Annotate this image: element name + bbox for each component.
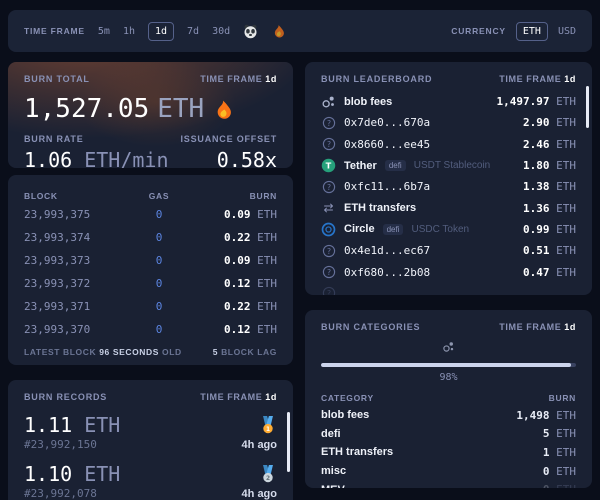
circle-icon [321, 222, 336, 237]
burn-categories-panel: BURN CATEGORIES TIME FRAME1d 98% CATEGOR… [305, 310, 592, 488]
burn-total-timeframe[interactable]: TIME FRAME1d [200, 74, 277, 84]
col-gas: GAS [133, 191, 185, 201]
burn-records-title: BURN RECORDS [24, 392, 107, 402]
burn-record-row[interactable]: 1.11 ETH 1 #23,992,150 4h ago [24, 413, 277, 451]
leaderboard-timeframe[interactable]: TIME FRAME1d [499, 74, 576, 84]
svg-text:1: 1 [266, 427, 270, 433]
burn-rate-value: 1.06 [24, 148, 72, 168]
burn-total-unit: ETH [157, 94, 204, 124]
col-block: BLOCK [24, 191, 133, 201]
block-lag: 5 BLOCK LAG [213, 347, 277, 357]
unknown-contract-icon [321, 137, 336, 152]
burn-total-panel: BURN TOTAL TIME FRAME1d 1,527.05 ETH BUR… [8, 62, 293, 168]
categories-title: BURN CATEGORIES [321, 322, 420, 332]
time-frame-option-1d[interactable]: 1d [148, 22, 174, 41]
records-scrollbar[interactable] [287, 412, 290, 472]
col-category: CATEGORY [321, 393, 374, 403]
flame-icon[interactable] [271, 24, 286, 39]
leaderboard-row[interactable]: blob fees 1,497.97 ETH [321, 91, 576, 112]
leaderboard-row[interactable]: Circle defi USDC Token 0.99 ETH [321, 219, 576, 240]
leaderboard-row[interactable]: 0x8660...ee45 2.46 ETH [321, 134, 576, 155]
categories-table-header: CATEGORY BURN [321, 393, 576, 403]
blocks-footer: LATEST BLOCK 96 SECONDS OLD 5 BLOCK LAG [24, 347, 277, 357]
leaderboard-row[interactable]: 0x7de0...670a 2.90 ETH [321, 112, 576, 133]
category-row[interactable]: defi 5 ETH [321, 425, 576, 444]
issuance-offset-label: ISSUANCE OFFSET [180, 134, 277, 144]
block-row[interactable]: 23,993,371 0 0.22 ETH [24, 295, 277, 318]
defi-badge: defi [385, 160, 406, 171]
block-row[interactable]: 23,993,373 0 0.09 ETH [24, 249, 277, 272]
currency-label: CURRENCY [451, 26, 506, 36]
block-row[interactable]: 23,993,375 0 0.09 ETH [24, 203, 277, 226]
category-row[interactable]: MEV 0 ETH [321, 480, 576, 488]
svg-text:T: T [326, 161, 332, 171]
category-row[interactable]: misc 0 ETH [321, 462, 576, 481]
categories-progress-fill [321, 363, 571, 367]
currency-option-eth[interactable]: ETH [516, 22, 548, 41]
col-burn: BURN [185, 191, 277, 201]
leaderboard-row[interactable]: ⇄ ETH transfers 1.36 ETH [321, 197, 576, 218]
blob-icon [321, 94, 336, 109]
currency-option-usd[interactable]: USD [558, 26, 576, 37]
tether-icon: T [321, 158, 336, 173]
silver-medal-icon: 2 [259, 465, 277, 483]
left-column: BURN TOTAL TIME FRAME1d 1,527.05 ETH BUR… [8, 62, 293, 500]
time-frame-label: TIME FRAME [24, 26, 85, 36]
categories-timeframe[interactable]: TIME FRAME1d [499, 322, 576, 332]
leaderboard-row[interactable]: T Tether defi USDT Stablecoin 1.80 ETH [321, 155, 576, 176]
burn-records-panel: BURN RECORDS TIME FRAME1d 1.11 ETH 1 #23… [8, 380, 293, 500]
burn-rate-label: BURN RATE [24, 134, 169, 144]
leaderboard-row[interactable]: 0x4e1d...ec67 0.51 ETH [321, 240, 576, 261]
top-bar: TIME FRAME 5m 1h 1d 7d 30d CURRENCY ETH … [8, 10, 592, 52]
blocks-table-header: BLOCK GAS BURN [24, 191, 277, 201]
burn-rate-unit: ETH/min [84, 148, 168, 168]
svg-text:2: 2 [266, 476, 270, 482]
latest-block-status: LATEST BLOCK 96 SECONDS OLD [24, 347, 182, 357]
panda-icon[interactable] [243, 24, 258, 39]
unknown-contract-icon [321, 265, 336, 280]
issuance-offset-value: 0.58x [180, 148, 277, 168]
time-frame-option-5m[interactable]: 5m [98, 26, 110, 37]
unknown-contract-icon [321, 115, 336, 130]
blob-icon [442, 340, 455, 358]
fire-icon [212, 98, 234, 120]
block-row[interactable]: 23,993,374 0 0.22 ETH [24, 226, 277, 249]
blocks-panel: BLOCK GAS BURN 23,993,375 0 0.09 ETH 23,… [8, 175, 293, 365]
burn-leaderboard-panel: BURN LEADERBOARD TIME FRAME1d blob fees … [305, 62, 592, 295]
right-column: BURN LEADERBOARD TIME FRAME1d blob fees … [305, 62, 592, 488]
burn-records-timeframe[interactable]: TIME FRAME1d [200, 392, 277, 402]
categories-progress-percent: 98% [321, 372, 576, 383]
col-burn: BURN [549, 393, 576, 403]
leaderboard-row[interactable]: 0xf680...2b08 0.47 ETH [321, 261, 576, 282]
leaderboard-scrollbar[interactable] [586, 86, 589, 128]
leaderboard-row-partial [321, 283, 576, 295]
block-row[interactable]: 23,993,372 0 0.12 ETH [24, 272, 277, 295]
unknown-contract-icon [321, 286, 336, 295]
burn-total-title: BURN TOTAL [24, 74, 90, 84]
burn-record-row[interactable]: 1.10 ETH 2 #23,992,078 4h ago [24, 462, 277, 500]
unknown-contract-icon [321, 243, 336, 258]
time-frame-option-1h[interactable]: 1h [123, 26, 135, 37]
unknown-contract-icon [321, 179, 336, 194]
category-row[interactable]: blob fees 1,498 ETH [321, 406, 576, 425]
eth-transfers-icon: ⇄ [321, 201, 336, 216]
time-frame-option-30d[interactable]: 30d [212, 26, 230, 37]
categories-progress-track [321, 363, 576, 367]
defi-badge: defi [383, 224, 404, 235]
gold-medal-icon: 1 [259, 416, 277, 434]
category-row[interactable]: ETH transfers 1 ETH [321, 443, 576, 462]
leaderboard-title: BURN LEADERBOARD [321, 74, 432, 84]
block-row[interactable]: 23,993,370 0 0.12 ETH [24, 318, 277, 341]
burn-total-amount: 1,527.05 [24, 94, 149, 124]
time-frame-option-7d[interactable]: 7d [187, 26, 199, 37]
leaderboard-row[interactable]: 0xfc11...6b7a 1.38 ETH [321, 176, 576, 197]
